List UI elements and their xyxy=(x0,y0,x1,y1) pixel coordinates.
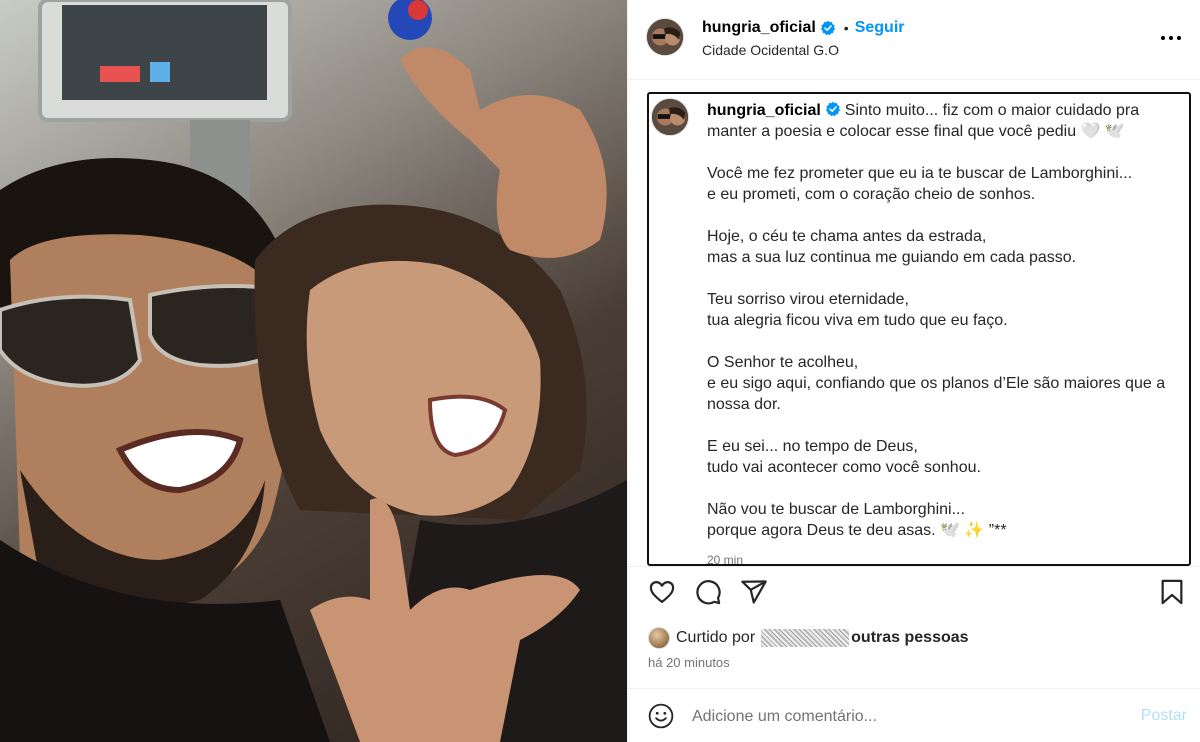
post-image[interactable] xyxy=(0,0,627,742)
likes-others-link[interactable]: outras pessoas xyxy=(851,629,968,647)
caption-paragraph: E eu sei... no tempo de Deus, tudo vai a… xyxy=(707,438,981,476)
likes-summary: Curtido por outras pessoas xyxy=(648,626,969,650)
comment-input[interactable] xyxy=(692,704,1092,730)
avatar-image xyxy=(647,19,683,55)
verified-badge-icon xyxy=(825,101,840,117)
post-header: hungria_oficial • Seguir Cidade Ocidenta… xyxy=(628,0,1200,80)
liker-avatar[interactable] xyxy=(648,627,670,649)
comment-bar: Postar xyxy=(628,690,1200,742)
emoji-icon[interactable] xyxy=(648,703,674,729)
caption-author-avatar[interactable] xyxy=(651,98,689,136)
caption-username[interactable]: hungria_oficial xyxy=(707,102,821,119)
heart-icon[interactable] xyxy=(648,578,676,606)
separator-dot: • xyxy=(843,20,849,36)
posted-time[interactable]: há 20 minutos xyxy=(648,655,730,670)
more-options-icon[interactable] xyxy=(1159,26,1183,50)
photo-illustration xyxy=(0,0,627,742)
divider xyxy=(628,688,1200,689)
share-icon[interactable] xyxy=(740,578,768,606)
caption-paragraph: O Senhor te acolheu, e eu sigo aqui, con… xyxy=(707,354,1166,413)
follow-button[interactable]: Seguir xyxy=(855,19,905,37)
caption-paragraph: Não vou te buscar de Lamborghini... porq… xyxy=(707,501,1007,539)
caption-paragraph: Você me fez prometer que eu ia te buscar… xyxy=(707,165,1133,203)
avatar-image xyxy=(652,99,688,135)
verified-badge-icon xyxy=(820,20,835,36)
comment-icon[interactable] xyxy=(694,578,722,606)
caption-paragraph: Teu sorriso virou eternidade, tua alegri… xyxy=(707,291,1008,329)
caption-paragraph: Hoje, o céu te chama antes da estrada, m… xyxy=(707,228,1077,266)
likes-prefix: Curtido por xyxy=(676,629,756,646)
author-avatar[interactable] xyxy=(646,18,684,56)
caption-time[interactable]: 20 min xyxy=(707,550,1177,564)
caption-paragraph: hungria_oficial Sinto muito... fiz com o … xyxy=(707,100,1177,142)
post-comment-button[interactable]: Postar xyxy=(1141,707,1187,725)
author-username[interactable]: hungria_oficial xyxy=(702,19,816,37)
post-actions xyxy=(648,578,1188,610)
bookmark-icon[interactable] xyxy=(1158,578,1186,606)
blurred-username xyxy=(761,629,850,647)
post-details-panel: hungria_oficial • Seguir Cidade Ocidenta… xyxy=(627,0,1200,742)
caption-text: hungria_oficial Sinto muito... fiz com o … xyxy=(707,100,1177,564)
divider xyxy=(628,566,1200,567)
post-location[interactable]: Cidade Ocidental G.O xyxy=(702,42,839,58)
caption-section: hungria_oficial Sinto muito... fiz com o … xyxy=(647,92,1191,566)
